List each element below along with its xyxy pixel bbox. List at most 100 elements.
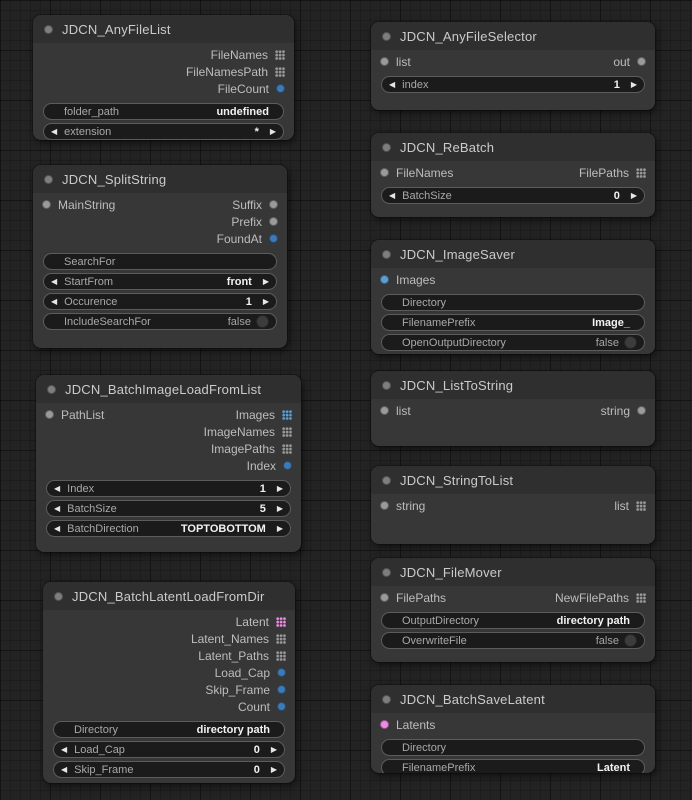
widget-includesearchfor[interactable]: IncludeSearchForfalse [43,313,277,330]
round-slot-icon[interactable] [637,406,646,415]
widget-overwritefile[interactable]: OverwriteFilefalse [381,632,645,649]
output-slot-filenamespath[interactable]: FileNamesPath [186,65,285,79]
widget-outputdirectory[interactable]: OutputDirectorydirectory path [381,612,645,629]
node-titlebar[interactable]: JDCN_BatchSaveLatent [371,685,655,713]
node-titlebar[interactable]: JDCN_BatchImageLoadFromList [36,375,301,403]
collapse-dot-icon[interactable] [382,381,391,390]
combo-right-arrow-icon[interactable]: ▶ [631,81,637,89]
node-titlebar[interactable]: JDCN_StringToList [371,466,655,494]
combo-left-arrow-icon[interactable]: ◀ [61,766,67,774]
node-jdcn-filemover[interactable]: JDCN_FileMoverFilePathsNewFilePathsOutpu… [371,558,655,662]
node-jdcn-rebatch[interactable]: JDCN_ReBatch FileNames FilePaths ◀BatchSize… [371,133,655,217]
output-slot-string[interactable]: string [601,404,646,418]
output-slot-skip-frame[interactable]: Skip_Frame [205,683,286,697]
grid-slot-icon[interactable] [275,67,285,77]
round-slot-icon[interactable] [42,200,51,209]
input-slot-list[interactable]: list [380,55,411,69]
node-jdcn-anyfilelist[interactable]: JDCN_AnyFileListFileNamesFileNamesPathFi… [33,15,294,140]
output-slot-imagepaths[interactable]: ImagePaths [211,442,292,456]
combo-left-arrow-icon[interactable]: ◀ [54,505,60,513]
combo-left-arrow-icon[interactable]: ◀ [389,81,395,89]
node-jdcn-anyfileselector[interactable]: JDCN_AnyFileSelectorlistout◀index1▶ [371,22,655,110]
node-jdcn-stringtolist[interactable]: JDCN_StringToListstringlist [371,466,655,544]
output-slot-out[interactable]: out [613,55,646,69]
output-slot-suffix[interactable]: Suffix [232,198,278,212]
output-slot-filenames[interactable]: FileNames [211,48,285,62]
widget-batchdirection[interactable]: ◀BatchDirectionTOPTOBOTTOM▶ [46,520,291,537]
round-slot-icon[interactable] [380,168,389,177]
node-titlebar[interactable]: JDCN_ListToString [371,371,655,399]
widget-skip-frame[interactable]: ◀Skip_Frame0▶ [53,761,285,778]
grid-slot-icon[interactable] [282,427,292,437]
output-slot-imagenames[interactable]: ImageNames [204,425,292,439]
collapse-dot-icon[interactable] [382,695,391,704]
output-slot-load-cap[interactable]: Load_Cap [215,666,286,680]
collapse-dot-icon[interactable] [44,25,53,34]
combo-right-arrow-icon[interactable]: ▶ [631,192,637,200]
collapse-dot-icon[interactable] [382,32,391,41]
node-titlebar[interactable]: JDCN_ImageSaver [371,240,655,268]
grid-slot-icon[interactable] [636,593,646,603]
node-jdcn-batchlatentloadfromdir[interactable]: JDCN_BatchLatentLoadFromDirLatentLatent_… [43,582,295,783]
round-slot-icon[interactable] [45,410,54,419]
input-slot-pathlist[interactable]: PathList [45,408,104,422]
output-slot-index[interactable]: Index [247,459,292,473]
widget-directory[interactable]: Directory [381,739,645,756]
round-slot-icon[interactable] [380,57,389,66]
grid-slot-icon[interactable] [282,444,292,454]
input-slot-images[interactable]: Images [380,273,435,287]
output-slot-latent[interactable]: Latent [236,615,286,629]
node-graph-canvas[interactable]: JDCN_AnyFileListFileNamesFileNamesPathFi… [0,0,692,800]
node-titlebar[interactable]: JDCN_ReBatch [371,133,655,161]
input-slot-list[interactable]: list [380,404,411,418]
toggle-knob-icon[interactable] [624,336,637,349]
combo-right-arrow-icon[interactable]: ▶ [263,278,269,286]
collapse-dot-icon[interactable] [44,175,53,184]
combo-left-arrow-icon[interactable]: ◀ [51,128,57,136]
widget-filenameprefix[interactable]: FilenamePrefixLatent [381,759,645,773]
widget-extension[interactable]: ◀extension*▶ [43,123,284,140]
collapse-dot-icon[interactable] [382,250,391,259]
widget-batchsize[interactable]: ◀BatchSize0▶ [381,187,645,204]
round-slot-icon[interactable] [276,84,285,93]
collapse-dot-icon[interactable] [54,592,63,601]
round-slot-icon[interactable] [277,685,286,694]
grid-slot-icon[interactable] [276,651,286,661]
round-slot-icon[interactable] [277,668,286,677]
round-slot-icon[interactable] [380,593,389,602]
widget-folder-path[interactable]: folder_pathundefined [43,103,284,120]
widget-filenameprefix[interactable]: FilenamePrefixImage_ [381,314,645,331]
node-titlebar[interactable]: JDCN_SplitString [33,165,287,193]
widget-load-cap[interactable]: ◀Load_Cap0▶ [53,741,285,758]
toggle-knob-icon[interactable] [624,634,637,647]
widget-searchfor[interactable]: SearchFor [43,253,277,270]
round-slot-icon[interactable] [380,501,389,510]
input-slot-filepaths[interactable]: FilePaths [380,591,446,605]
combo-left-arrow-icon[interactable]: ◀ [51,278,57,286]
output-slot-filecount[interactable]: FileCount [218,82,285,96]
grid-slot-icon[interactable] [636,501,646,511]
round-slot-icon[interactable] [269,217,278,226]
output-slot-prefix[interactable]: Prefix [231,215,278,229]
output-slot-images[interactable]: Images [236,408,292,422]
output-slot-filepaths[interactable]: FilePaths [579,166,646,180]
node-titlebar[interactable]: JDCN_FileMover [371,558,655,586]
collapse-dot-icon[interactable] [47,385,56,394]
combo-right-arrow-icon[interactable]: ▶ [263,298,269,306]
combo-right-arrow-icon[interactable]: ▶ [271,746,277,754]
node-jdcn-imagesaver[interactable]: JDCN_ImageSaverImagesDirectoryFilenamePr… [371,240,655,354]
grid-slot-icon[interactable] [276,617,286,627]
combo-right-arrow-icon[interactable]: ▶ [277,505,283,513]
round-slot-icon[interactable] [283,461,292,470]
widget-occurence[interactable]: ◀Occurence1▶ [43,293,277,310]
toggle-knob-icon[interactable] [256,315,269,328]
collapse-dot-icon[interactable] [382,568,391,577]
input-slot-filenames[interactable]: FileNames [380,166,453,180]
combo-left-arrow-icon[interactable]: ◀ [54,525,60,533]
combo-left-arrow-icon[interactable]: ◀ [61,746,67,754]
round-slot-icon[interactable] [269,234,278,243]
node-jdcn-batchsavelatent[interactable]: JDCN_BatchSaveLatentLatentsDirectoryFile… [371,685,655,773]
node-jdcn-batchimageloadfromlist[interactable]: JDCN_BatchImageLoadFromList PathList Image… [36,375,301,552]
node-jdcn-splitstring[interactable]: JDCN_SplitStringMainStringSuffixPrefixFo… [33,165,287,348]
combo-right-arrow-icon[interactable]: ▶ [277,525,283,533]
